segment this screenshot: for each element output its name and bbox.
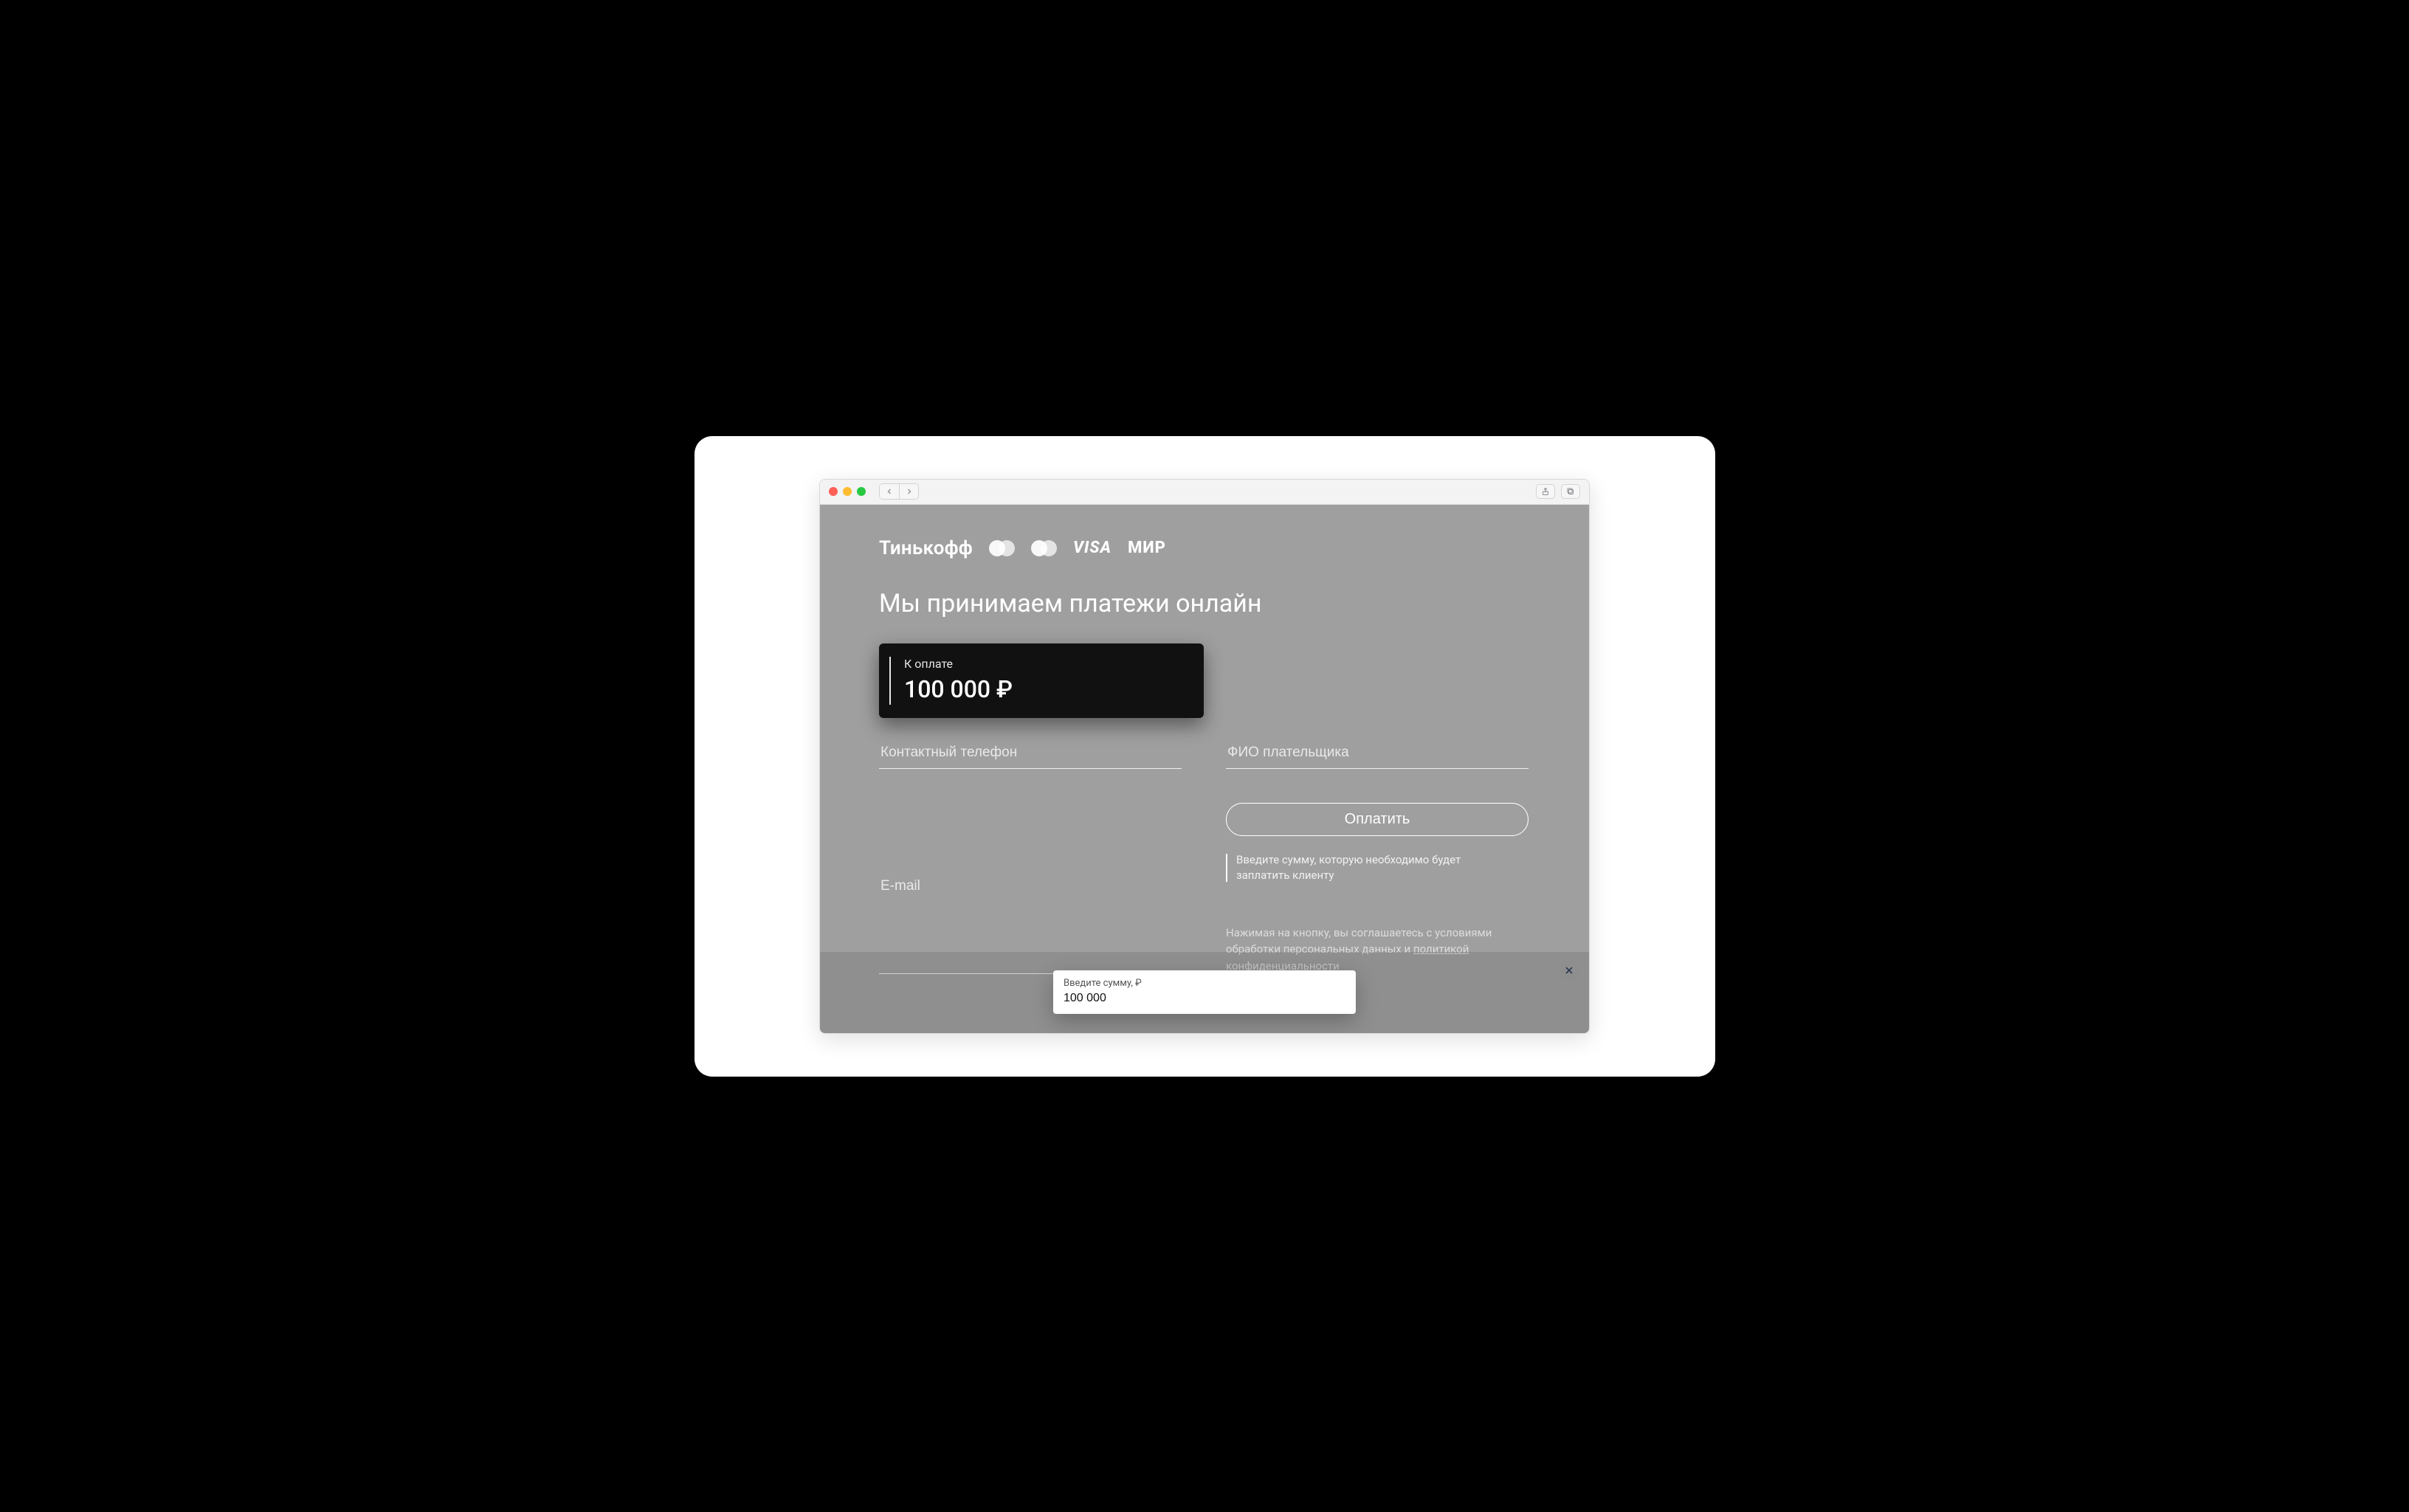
mastercard-icon — [989, 540, 1015, 556]
share-icon[interactable] — [1536, 484, 1555, 499]
visa-icon: VISA — [1073, 539, 1112, 557]
browser-window: Тинькофф VISA МИР Мы принимаем платежи о… — [819, 479, 1590, 1034]
payment-form: Оплатить Введите сумму, которую необходи… — [879, 740, 1529, 975]
nav-buttons — [879, 483, 919, 500]
mir-icon: МИР — [1128, 539, 1166, 557]
close-window-button[interactable] — [829, 487, 838, 496]
hint-text: Введите сумму, которую необходимо будет … — [1226, 852, 1462, 883]
tabs-icon[interactable] — [1561, 484, 1580, 499]
back-button[interactable] — [880, 484, 899, 499]
email-field[interactable] — [879, 803, 1182, 975]
amount-popup-label: Введите сумму, ₽ — [1064, 978, 1345, 989]
browser-chrome — [820, 480, 1589, 505]
minimize-window-button[interactable] — [843, 487, 852, 496]
accent-bar — [889, 657, 891, 705]
maximize-window-button[interactable] — [857, 487, 866, 496]
chrome-right — [1536, 484, 1580, 499]
logo-row: Тинькофф VISA МИР — [879, 537, 1530, 559]
pay-button[interactable]: Оплатить — [1226, 803, 1529, 836]
payer-name-field[interactable] — [1226, 740, 1529, 769]
amount-input[interactable] — [1064, 992, 1345, 1005]
phone-field[interactable] — [879, 740, 1182, 769]
amount-label: К оплате — [904, 657, 1186, 671]
maestro-icon — [1031, 540, 1057, 556]
amount-popup: Введите сумму, ₽ — [1053, 970, 1356, 1014]
brand-logo: Тинькофф — [879, 537, 973, 559]
window-controls — [829, 487, 866, 496]
close-icon[interactable] — [1558, 959, 1580, 981]
page-viewport: Тинькофф VISA МИР Мы принимаем платежи о… — [820, 505, 1589, 1033]
amount-card: К оплате 100 000 ₽ — [879, 643, 1204, 718]
page-title: Мы принимаем платежи онлайн — [879, 589, 1530, 618]
stage: Тинькофф VISA МИР Мы принимаем платежи о… — [695, 436, 1715, 1077]
amount-value: 100 000 ₽ — [904, 675, 1186, 703]
forward-button[interactable] — [899, 484, 918, 499]
